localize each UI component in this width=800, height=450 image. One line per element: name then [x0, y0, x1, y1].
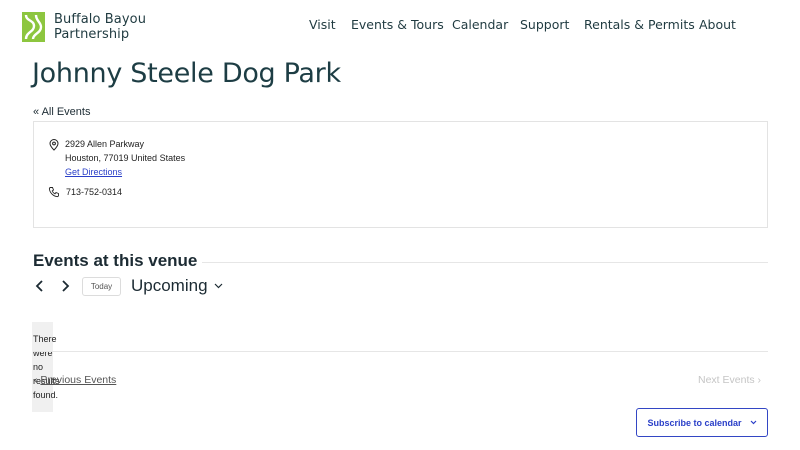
nav-item-support[interactable]: Support	[520, 17, 569, 32]
address-line1: 2929 Allen Parkway	[65, 139, 145, 149]
venue-address: 2929 Allen Parkway Houston, 77019 United…	[65, 137, 185, 179]
next-arrow-icon[interactable]	[58, 278, 72, 294]
all-events-link[interactable]: « All Events	[33, 106, 90, 118]
heading-divider	[202, 262, 768, 263]
nav-item-calendar[interactable]: Calendar	[452, 17, 508, 32]
previous-events-label: Previous Events	[40, 374, 117, 386]
nav-item-events-tours[interactable]: Events & Tours	[351, 17, 444, 32]
nav-item-rentals-permits[interactable]: Rentals & Permits	[584, 17, 695, 32]
map-pin-icon	[49, 139, 59, 151]
site-header: Buffalo Bayou Partnership Visit Events &…	[0, 0, 800, 52]
subscribe-calendar-button[interactable]: Subscribe to calendar	[636, 408, 768, 437]
page-title: Johnny Steele Dog Park	[32, 58, 341, 89]
venue-details: 2929 Allen Parkway Houston, 77019 United…	[33, 121, 768, 228]
subscribe-label: Subscribe to calendar	[647, 417, 742, 428]
events-heading: Events at this venue	[33, 251, 198, 270]
chevron-down-icon	[750, 420, 756, 425]
previous-arrow-icon[interactable]	[33, 278, 47, 294]
events-list-divider	[33, 351, 768, 352]
nav-item-visit[interactable]: Visit	[309, 17, 336, 32]
phone-icon	[48, 187, 59, 198]
next-events-label: Next Events	[698, 374, 755, 386]
get-directions-link[interactable]: Get Directions	[65, 167, 122, 177]
chevron-down-icon[interactable]	[214, 283, 223, 289]
venue-phone: 713-752-0314	[66, 187, 123, 197]
next-events-link: Next Events ›	[698, 374, 761, 386]
nav-item-about[interactable]: About	[699, 17, 736, 32]
upcoming-view-selector[interactable]: Upcoming	[131, 276, 208, 296]
previous-events-link[interactable]: ‹ Previous Events	[34, 374, 116, 386]
today-button[interactable]: Today	[82, 277, 121, 296]
main-nav: Visit Events & Tours Calendar Support Re…	[0, 17, 800, 37]
address-line2: Houston, 77019 United States	[65, 153, 186, 163]
next-events-chevron-icon: ›	[754, 374, 762, 386]
no-results-text: There were no results found.	[33, 334, 60, 400]
